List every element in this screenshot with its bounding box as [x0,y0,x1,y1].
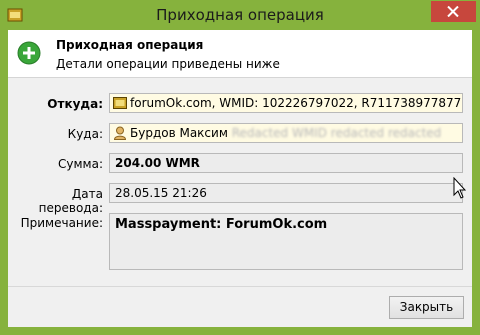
note-field[interactable]: Masspayment: ForumOk.com [109,213,463,270]
dialog-window: Приходная операция Приходная операция Де… [0,0,480,335]
date-label: Дата перевода: [38,187,103,215]
to-label: Куда: [67,127,103,141]
wallet-icon [113,97,127,109]
to-redacted: Redacted WMID redacted redacted [231,126,442,140]
window-title: Приходная операция [156,6,324,24]
date-value: 28.05.15 21:26 [115,186,207,200]
amount-field: 204.00 WMR [109,153,463,173]
amount-label: Сумма: [58,157,103,171]
footer-divider [8,286,472,287]
header-subtitle: Детали операции приведены ниже [56,57,280,71]
mouse-cursor-icon [453,177,466,199]
from-label: Откуда: [47,97,103,111]
close-button[interactable]: Закрыть [389,296,464,319]
dialog-header: Приходная операция Детали операции приве… [8,30,472,78]
plus-circle-icon [17,41,41,65]
close-icon [447,6,459,17]
amount-value: 204.00 WMR [115,156,200,170]
user-icon [113,126,127,140]
to-field[interactable]: Бурдов Максим Redacted WMID redacted red… [109,123,463,143]
dialog-body: Приходная операция Детали операции приве… [8,30,472,327]
note-value: Masspayment: ForumOk.com [115,217,328,232]
window-close-button[interactable] [431,1,476,22]
from-value: forumOk.com, WMID: 102226797022, R711738… [130,96,462,110]
title-bar: Приходная операция [0,0,480,30]
from-field[interactable]: forumOk.com, WMID: 102226797022, R711738… [109,93,463,113]
date-field: 28.05.15 21:26 [109,183,463,203]
note-label: Примечание: [20,216,103,230]
to-value: Бурдов Максим Redacted WMID redacted red… [130,126,442,140]
header-title: Приходная операция [56,38,204,52]
